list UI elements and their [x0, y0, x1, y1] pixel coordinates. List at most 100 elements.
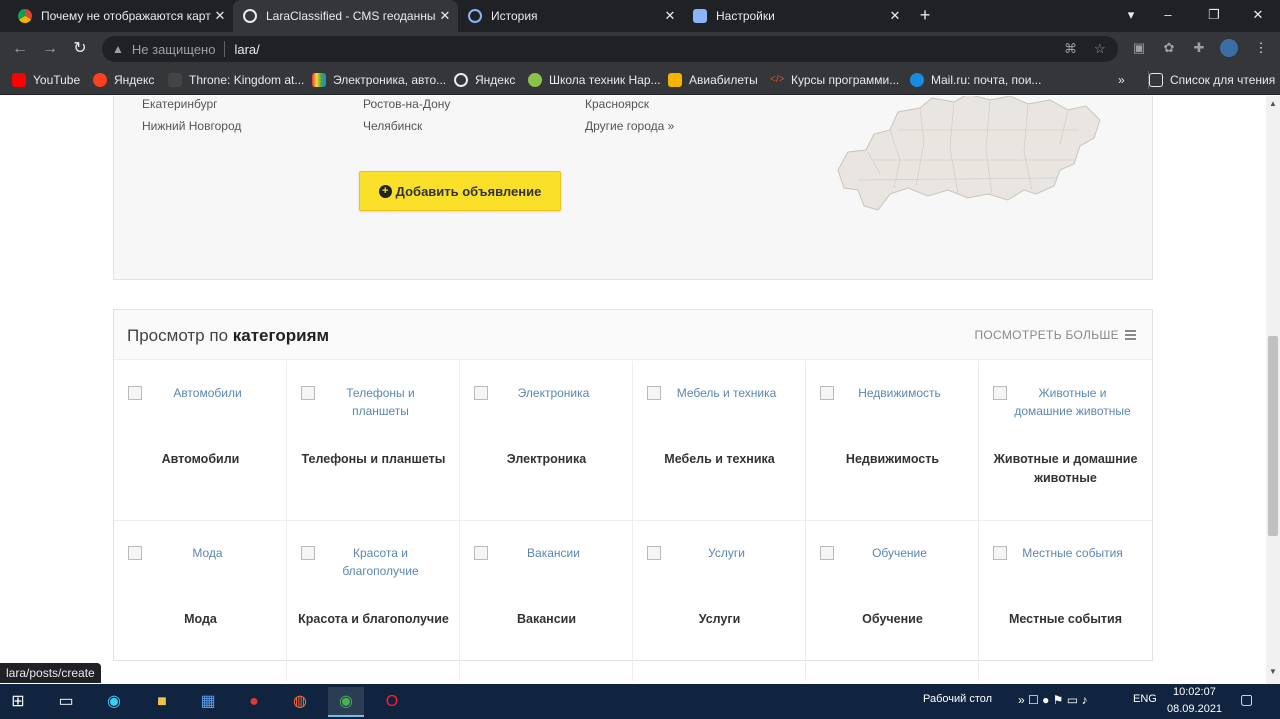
- category-card[interactable]: Животные и домашние животные Животные и д…: [979, 361, 1152, 521]
- scrollbar[interactable]: ▲ ▼: [1266, 96, 1280, 684]
- extension-icon[interactable]: ✿: [1160, 39, 1178, 57]
- forward-icon[interactable]: →: [38, 37, 62, 61]
- more-cities-link[interactable]: Другие города »: [585, 119, 674, 133]
- category-card[interactable]: Местные события Местные события: [979, 521, 1152, 681]
- windows-start-icon[interactable]: ⊞: [0, 687, 36, 717]
- minimize-icon[interactable]: –: [1146, 0, 1190, 32]
- desktop-label[interactable]: Рабочий стол: [923, 693, 992, 705]
- close-window-icon[interactable]: ✕: [1236, 0, 1280, 32]
- notifications-icon[interactable]: ▢: [1240, 691, 1253, 708]
- category-card[interactable]: Недвижимость Недвижимость: [806, 361, 979, 521]
- city-link[interactable]: Красноярск: [585, 97, 649, 111]
- bookmark-item[interactable]: Авиабилеты: [668, 71, 758, 89]
- tab-3[interactable]: Настройки ✕: [683, 0, 908, 32]
- category-card[interactable]: Телефоны и планшеты Телефоны и планшеты: [287, 361, 460, 521]
- category-name[interactable]: Местные события: [985, 610, 1146, 629]
- scroll-down-icon[interactable]: ▼: [1269, 668, 1277, 676]
- category-name[interactable]: Мебель и техника: [639, 450, 800, 469]
- city-link[interactable]: Ростов-на-Дону: [363, 97, 450, 111]
- category-card[interactable]: Мода Мода: [114, 521, 287, 681]
- category-image-placeholder[interactable]: Красота и благополучие: [301, 544, 448, 580]
- bookmark-item[interactable]: Школа техник Нар...: [528, 71, 661, 89]
- address-bar[interactable]: ▲ Не защищено lara/ ⌘ ☆: [102, 36, 1118, 62]
- clock-date[interactable]: 08.09.2021: [1167, 703, 1222, 715]
- category-card[interactable]: Услуги Услуги: [633, 521, 806, 681]
- reading-list-button[interactable]: Список для чтения: [1148, 71, 1275, 89]
- category-image-placeholder[interactable]: Услуги: [647, 544, 794, 562]
- menu-icon[interactable]: ⋮: [1252, 39, 1270, 57]
- edge-icon[interactable]: ◉: [96, 687, 132, 717]
- bookmark-item[interactable]: Mail.ru: почта, пои...: [910, 71, 1041, 89]
- bookmark-item[interactable]: Throne: Kingdom at...: [168, 71, 304, 89]
- category-name[interactable]: Красота и благополучие: [293, 610, 454, 629]
- store-icon[interactable]: ▦: [190, 687, 226, 717]
- add-listing-button[interactable]: + Добавить объявление: [359, 171, 561, 211]
- reload-icon[interactable]: ↻: [68, 37, 92, 61]
- tab-2[interactable]: История ✕: [458, 0, 683, 32]
- tab-0[interactable]: Почему не отображаются картинки ✕: [8, 0, 233, 32]
- close-icon[interactable]: ✕: [661, 8, 679, 24]
- category-image-placeholder[interactable]: Вакансии: [474, 544, 621, 562]
- category-name[interactable]: Мода: [120, 610, 281, 629]
- folder-icon[interactable]: ■: [144, 687, 180, 717]
- app-icon[interactable]: ●: [236, 687, 272, 717]
- bookmark-item[interactable]: Яндекс: [93, 71, 154, 89]
- back-icon[interactable]: ←: [8, 37, 32, 61]
- close-icon[interactable]: ✕: [436, 8, 454, 24]
- category-image-placeholder[interactable]: Местные события: [993, 544, 1140, 562]
- category-name[interactable]: Услуги: [639, 610, 800, 629]
- tray-icons[interactable]: » ☐ ● ⚑ ▭ ♪: [1018, 693, 1087, 707]
- category-card[interactable]: Мебель и техника Мебель и техника: [633, 361, 806, 521]
- image-alt-text: Услуги: [708, 546, 745, 560]
- city-link[interactable]: Екатеринбург: [142, 97, 218, 111]
- category-image-placeholder[interactable]: Электроника: [474, 384, 621, 402]
- close-icon[interactable]: ✕: [211, 8, 229, 24]
- category-image-placeholder[interactable]: Автомобили: [128, 384, 275, 402]
- category-name[interactable]: Обучение: [812, 610, 973, 629]
- russia-map[interactable]: [828, 96, 1108, 214]
- category-image-placeholder[interactable]: Мебель и техника: [647, 384, 794, 402]
- extension-icon[interactable]: ▣: [1130, 39, 1148, 57]
- category-card[interactable]: Красота и благополучие Красота и благопол…: [287, 521, 460, 681]
- category-name[interactable]: Электроника: [466, 450, 627, 469]
- language-indicator[interactable]: ENG: [1133, 693, 1157, 705]
- new-tab-button[interactable]: +: [914, 5, 936, 27]
- bookmarks-overflow-button[interactable]: »: [1118, 71, 1125, 89]
- category-card[interactable]: Электроника Электроника: [460, 361, 633, 521]
- maximize-icon[interactable]: ❐: [1192, 0, 1236, 32]
- close-icon[interactable]: ✕: [886, 8, 904, 24]
- category-card[interactable]: Обучение Обучение: [806, 521, 979, 681]
- category-card[interactable]: Автомобили Автомобили: [114, 361, 287, 521]
- scroll-up-icon[interactable]: ▲: [1269, 100, 1277, 108]
- firefox-icon[interactable]: ◍: [282, 687, 318, 717]
- bookmark-star-icon[interactable]: ☆: [1094, 41, 1106, 57]
- category-image-placeholder[interactable]: Обучение: [820, 544, 967, 562]
- bookmark-item[interactable]: Яндекс: [454, 71, 515, 89]
- city-link[interactable]: Челябинск: [363, 119, 422, 133]
- category-image-placeholder[interactable]: Животные и домашние животные: [993, 384, 1140, 420]
- bookmark-item[interactable]: Электроника, авто...: [312, 71, 446, 89]
- category-image-placeholder[interactable]: Недвижимость: [820, 384, 967, 402]
- category-name[interactable]: Недвижимость: [812, 450, 973, 469]
- avatar[interactable]: [1220, 39, 1238, 57]
- chrome-icon[interactable]: ◉: [328, 687, 364, 717]
- task-view-icon[interactable]: ▭: [48, 687, 84, 717]
- puzzle-icon[interactable]: ✚: [1190, 39, 1208, 57]
- opera-icon[interactable]: O: [374, 687, 410, 717]
- category-image-placeholder[interactable]: Телефоны и планшеты: [301, 384, 448, 420]
- url-text[interactable]: lara/: [234, 42, 259, 57]
- clock-time[interactable]: 10:02:07: [1173, 686, 1216, 698]
- tab-1[interactable]: LaraClassified - CMS геоданных ✕: [233, 0, 458, 32]
- category-card[interactable]: Вакансии Вакансии: [460, 521, 633, 681]
- translate-icon[interactable]: ⌘: [1064, 41, 1077, 57]
- category-image-placeholder[interactable]: Мода: [128, 544, 275, 562]
- bookmark-item[interactable]: YouTube: [12, 71, 80, 89]
- category-name[interactable]: Автомобили: [120, 450, 281, 469]
- category-name[interactable]: Телефоны и планшеты: [293, 450, 454, 469]
- category-name[interactable]: Вакансии: [466, 610, 627, 629]
- bookmark-item[interactable]: </> Курсы программи...: [770, 71, 899, 89]
- scroll-thumb[interactable]: [1268, 336, 1278, 536]
- city-link[interactable]: Нижний Новгород: [142, 119, 241, 133]
- category-name[interactable]: Животные и домашние животные: [985, 450, 1146, 488]
- view-more-link[interactable]: ПОСМОТРЕТЬ БОЛЬШЕ: [975, 328, 1136, 342]
